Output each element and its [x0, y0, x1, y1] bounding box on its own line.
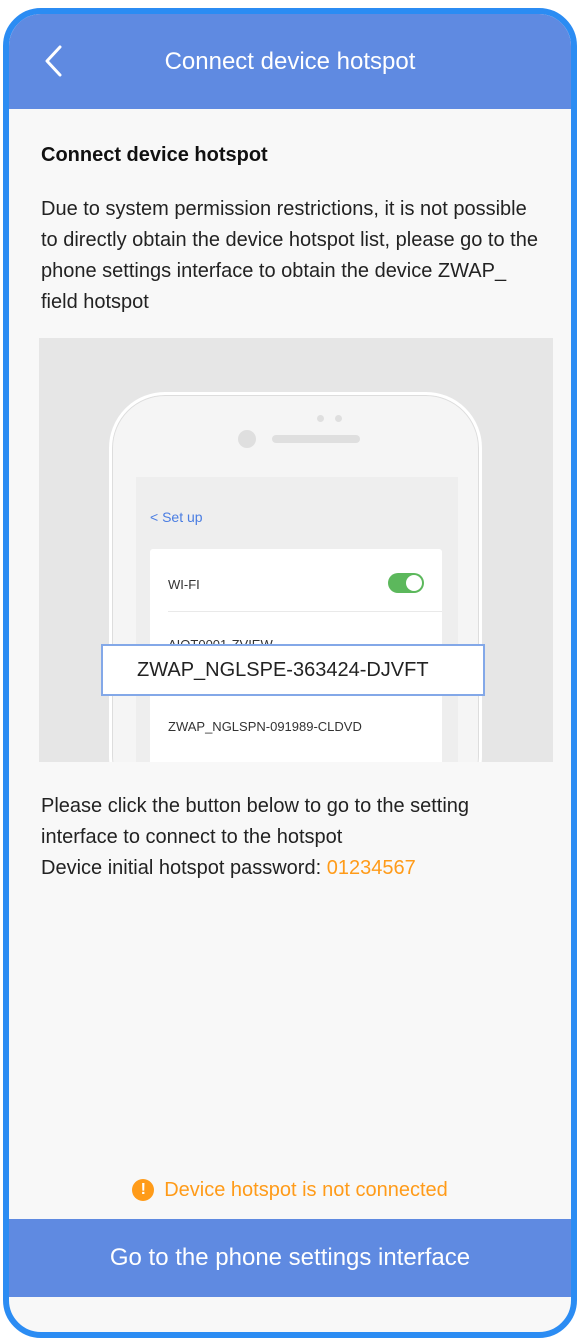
highlighted-network-label: ZWAP_NGLSPE-363424-DJVFT — [137, 658, 429, 681]
app-screen: Connect device hotspot Connect device ho… — [3, 8, 577, 1338]
settings-illustration: < Set up WI-FI AIOT0001-ZVIEW ZWAP_NGLSP… — [39, 338, 553, 762]
permission-description: Due to system permission restrictions, i… — [41, 198, 538, 313]
wifi-toggle — [388, 573, 424, 593]
toggle-knob — [406, 575, 422, 591]
list-divider — [168, 611, 442, 612]
highlighted-network: ZWAP_NGLSPE-363424-DJVFT — [101, 644, 485, 696]
password-label: Device initial hotspot password: — [41, 857, 327, 879]
warning-text: Device hotspot is not connected — [164, 1178, 448, 1201]
password-value: 01234567 — [326, 857, 416, 879]
phone-mockup: < Set up WI-FI AIOT0001-ZVIEW ZWAP_NGLSP… — [109, 392, 482, 762]
phone-speaker — [272, 435, 360, 443]
phone-settings-screen: < Set up WI-FI AIOT0001-ZVIEW ZWAP_NGLSP… — [136, 477, 458, 762]
wifi-network-item: ZWAP_NGLSPN-091989-CLDVD — [168, 719, 362, 734]
wifi-label: WI-FI — [168, 577, 200, 592]
top-app-bar: Connect device hotspot — [9, 14, 571, 109]
page-title: Connect device hotspot — [164, 48, 416, 75]
instruction-text: Please click the button below to go to t… — [41, 795, 470, 848]
section-title: Connect device hotspot — [41, 144, 268, 166]
mock-back-link: < Set up — [150, 509, 203, 525]
connection-warning: ! Device hotspot is not connected — [9, 1175, 571, 1205]
phone-camera-icon — [238, 430, 256, 448]
connection-instructions: Please click the button below to go to t… — [41, 791, 546, 884]
exclamation-circle-icon: ! — [132, 1179, 155, 1201]
phone-settings-button[interactable]: Go to the phone settings interface — [9, 1219, 571, 1297]
phone-sensor-dot — [317, 415, 324, 422]
phone-sensor-dot — [335, 415, 342, 422]
